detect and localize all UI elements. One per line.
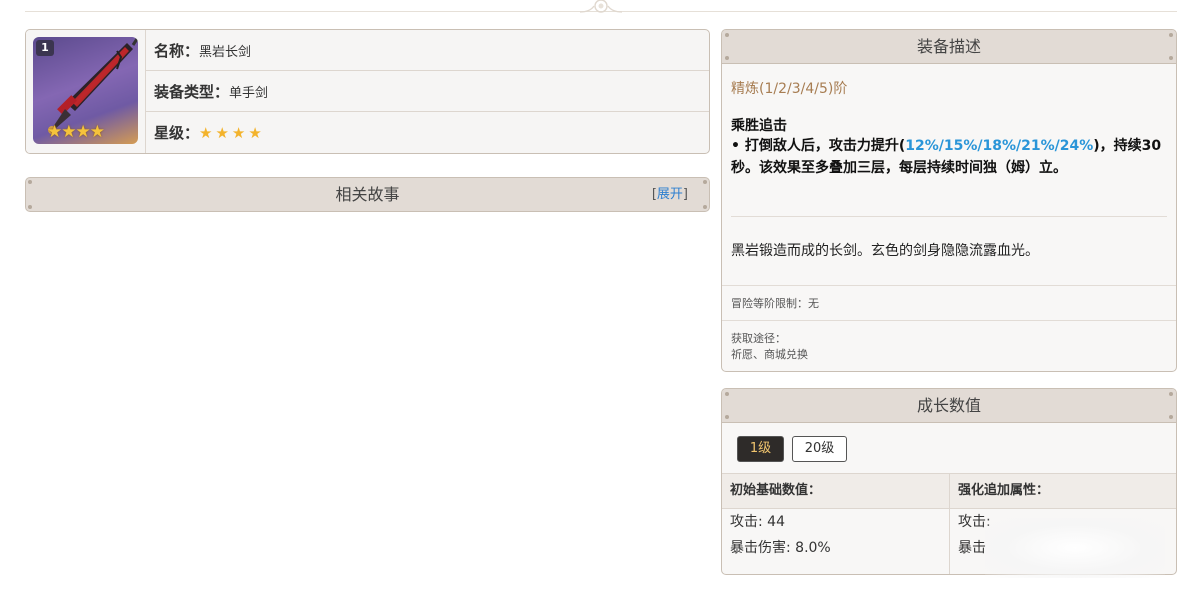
- star-rating: ★ ★ ★ ★: [199, 123, 265, 142]
- weapon-image: 1 ★★★★: [33, 37, 138, 144]
- description-header: 装备描述: [722, 30, 1176, 64]
- level-20-button[interactable]: 20级: [792, 436, 847, 462]
- skill-name: 乘胜追击: [731, 118, 787, 134]
- name-label: 名称：: [154, 41, 200, 60]
- star-row: 星级： ★ ★ ★ ★: [146, 112, 709, 153]
- obtain-value: 祈愿、商城兑换: [731, 348, 808, 361]
- corner-dot: [725, 392, 729, 396]
- section-divider: [722, 320, 1176, 321]
- corner-dot: [1169, 56, 1173, 60]
- story-title: 相关故事: [335, 185, 400, 204]
- expand-toggle[interactable]: [展开]: [652, 178, 688, 212]
- description-divider: [731, 216, 1167, 217]
- bracket: ]: [682, 187, 688, 202]
- weapon-info-card: 1 ★★★★ 名称： 黑岩长剑 装备类型： 单手剑 星级： ★ ★ ★ ★: [25, 29, 710, 154]
- weapon-portrait: 1 ★★★★: [26, 30, 146, 153]
- corner-dot: [1169, 33, 1173, 37]
- refine-level-badge: 1: [36, 40, 54, 56]
- adventure-rank-limit: 冒险等阶限制：无: [731, 297, 819, 310]
- ornament-icon: [579, 0, 623, 13]
- name-row: 名称： 黑岩长剑: [146, 30, 709, 71]
- skill-text: • 打倒敌人后，攻击力提升(12%/15%/18%/21%/24%)，持续30秒…: [731, 135, 1167, 179]
- type-row: 装备类型： 单手剑: [146, 71, 709, 112]
- growth-title: 成长数值: [916, 396, 981, 415]
- description-title: 装备描述: [916, 37, 981, 56]
- description-panel: 装备描述 精炼(1/2/3/4/5)阶 乘胜追击 • 打倒敌人后，攻击力提升(1…: [721, 29, 1177, 372]
- refine-title: 精炼(1/2/3/4/5)阶: [731, 81, 848, 97]
- story-panel-header: 相关故事 [展开]: [25, 177, 710, 212]
- star-label: 星级：: [154, 124, 200, 142]
- corner-dot: [703, 180, 707, 184]
- star-icon: ★: [248, 124, 262, 142]
- base-stat-atk: 攻击: 44: [730, 514, 785, 530]
- growth-header: 成长数值: [722, 389, 1176, 423]
- skill-values: 12%/15%/18%/21%/24%: [905, 138, 1094, 154]
- corner-dot: [28, 180, 32, 184]
- corner-dot: [1169, 392, 1173, 396]
- star-icon: ★: [215, 124, 229, 142]
- corner-dot: [725, 33, 729, 37]
- level-1-button[interactable]: 1级: [737, 436, 784, 462]
- corner-dot: [725, 415, 729, 419]
- star-icon: ★: [199, 124, 213, 142]
- type-value: 单手剑: [229, 85, 269, 101]
- base-stat-crit-dmg: 暴击伤害: 8.0%: [730, 540, 831, 556]
- corner-dot: [28, 205, 32, 209]
- base-stats-column: 初始基础数值： 攻击: 44 暴击伤害: 8.0%: [722, 474, 950, 574]
- star-icon: ★: [231, 124, 246, 142]
- portrait-stars: ★★★★: [47, 122, 105, 142]
- section-divider: [722, 285, 1176, 286]
- skill-text-prefix: • 打倒敌人后，攻击力提升(: [731, 138, 906, 154]
- corner-dot: [725, 56, 729, 60]
- bonus-stats-header: 强化追加属性：: [950, 474, 1176, 509]
- obtain-label: 获取途径：: [731, 332, 786, 345]
- flavor-text: 黑岩锻造而成的长剑。玄色的剑身隐隐流露血光。: [731, 243, 1039, 259]
- expand-link[interactable]: 展开: [657, 187, 683, 202]
- corner-dot: [703, 205, 707, 209]
- corner-dot: [1169, 415, 1173, 419]
- type-label: 装备类型：: [154, 82, 230, 101]
- base-stats-header: 初始基础数值：: [722, 474, 949, 509]
- weapon-attributes: 名称： 黑岩长剑 装备类型： 单手剑 星级： ★ ★ ★ ★: [146, 30, 709, 153]
- blurred-overlay: [985, 518, 1165, 578]
- name-value: 黑岩长剑: [199, 44, 252, 60]
